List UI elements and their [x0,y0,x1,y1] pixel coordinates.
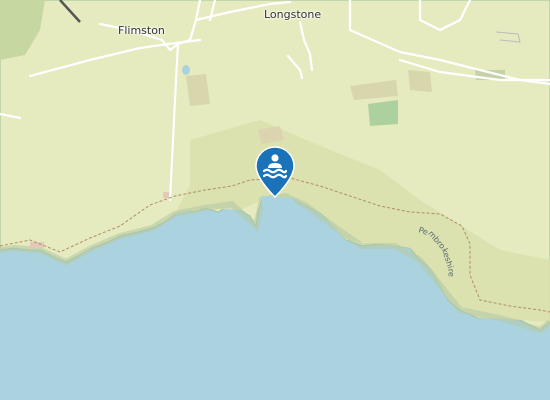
place-label-longstone[interactable]: Longstone [264,8,321,21]
map-marker[interactable] [255,146,295,199]
pond [182,65,190,75]
map-canvas [0,0,550,400]
map-view[interactable]: Flimston Longstone Pembrokeshire [0,0,550,400]
building [30,242,44,248]
place-label-flimston[interactable]: Flimston [118,24,165,37]
building [163,192,169,198]
woodland-patch [368,100,398,126]
field-patch [408,70,432,92]
field-patch [186,74,210,106]
